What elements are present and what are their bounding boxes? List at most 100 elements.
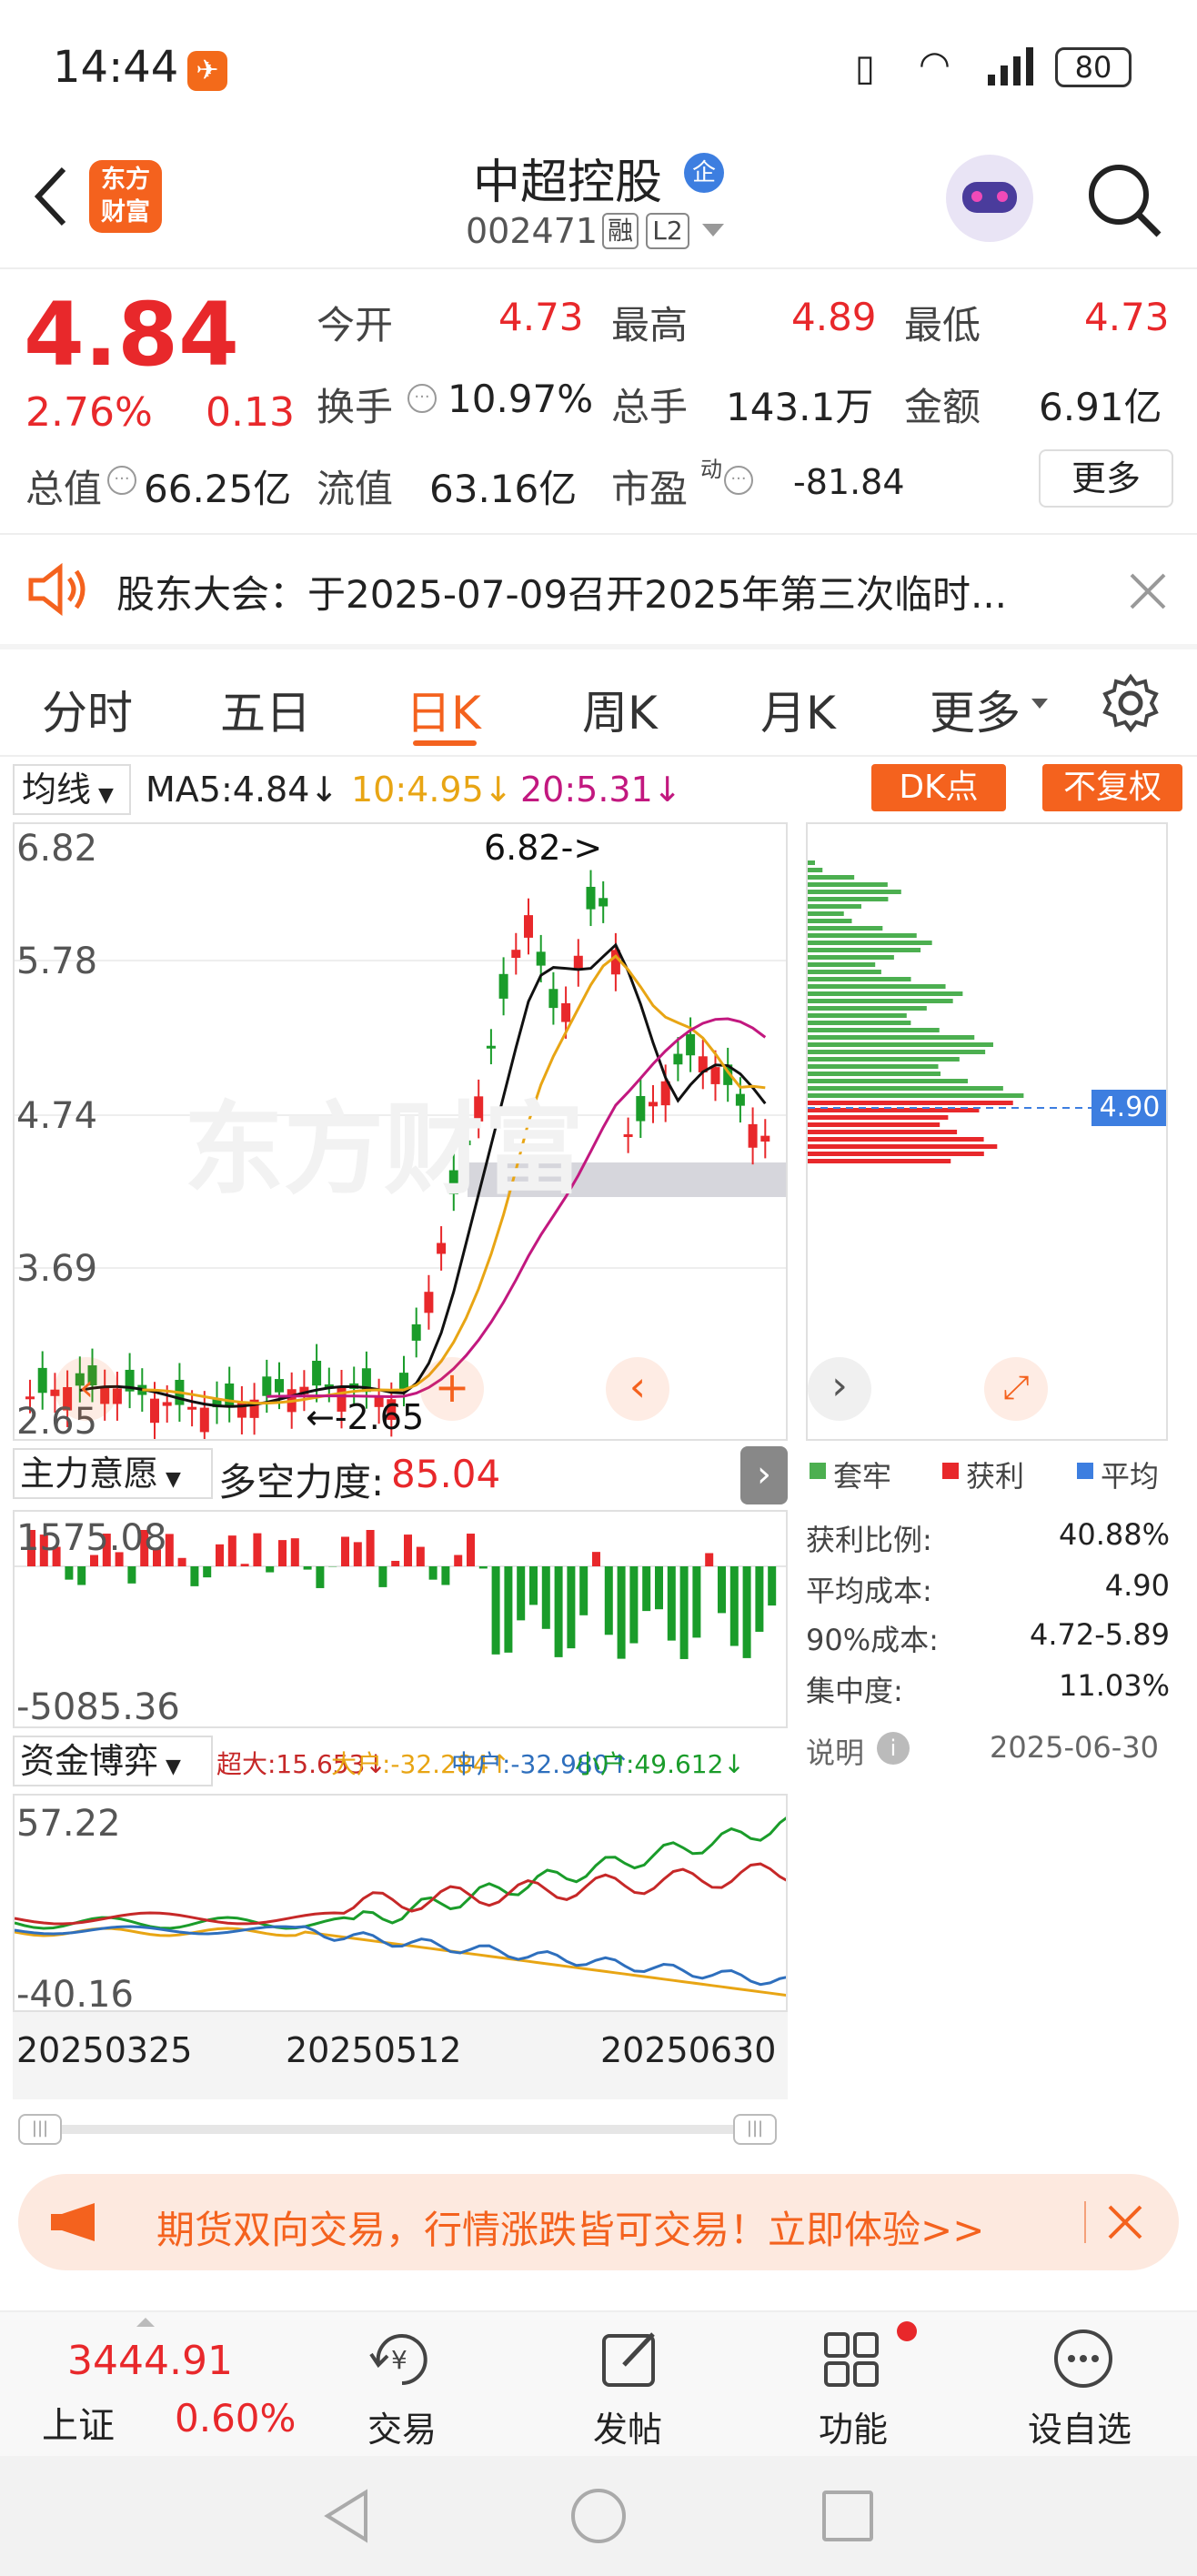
candle <box>673 1053 683 1065</box>
nav-post[interactable]: 发帖 <box>593 2401 662 2451</box>
force-bar <box>290 1538 299 1566</box>
nav-function[interactable]: 功能 <box>819 2401 888 2451</box>
chip-bar <box>808 1006 927 1011</box>
tab-daily-k[interactable]: 日K <box>406 677 481 742</box>
candle <box>262 1376 272 1396</box>
back-nav-icon[interactable] <box>322 2489 373 2543</box>
adjust-button[interactable]: 不复权 <box>1042 764 1182 811</box>
indicator-select[interactable]: 主力意愿 ▼ <box>13 1448 213 1499</box>
range-handle-left[interactable]: ||| <box>18 2114 62 2145</box>
dk-button[interactable]: DK点 <box>871 764 1006 811</box>
notification-dot <box>897 2321 917 2341</box>
chip-bar <box>808 904 861 909</box>
chip-bar <box>808 999 953 1003</box>
index-name[interactable]: 上证 <box>42 2396 115 2449</box>
tab-more[interactable]: 更多 <box>930 677 1021 742</box>
candle <box>598 898 609 907</box>
close-icon[interactable] <box>1126 569 1170 613</box>
candle <box>636 1095 646 1122</box>
tab-monthly-k[interactable]: 月K <box>760 677 836 742</box>
force-bar <box>303 1566 312 1570</box>
stat-value: 4.72-5.89 <box>1029 1617 1170 1652</box>
float-value: 63.16亿 <box>429 467 578 511</box>
info-dots-icon[interactable]: ··· <box>107 466 136 495</box>
more-button[interactable]: 更多 <box>1039 449 1173 508</box>
stat-label: 90%成本: <box>806 1623 939 1657</box>
main-force-chart[interactable]: 1575.08 -5085.36 <box>13 1510 788 1728</box>
high-marker: 6.82-> <box>484 828 603 868</box>
candle <box>437 1243 447 1254</box>
small-value: 小户:49.612↓ <box>575 1749 745 1779</box>
nav-add-watch[interactable]: 设自选 <box>1028 2401 1132 2451</box>
yuan-icon[interactable]: ¥ <box>367 2327 437 2390</box>
stat-value: 11.03% <box>1058 1668 1170 1703</box>
candle <box>536 951 546 966</box>
range-handle-right[interactable]: ||| <box>733 2114 777 2145</box>
candle <box>586 886 596 910</box>
system-nav <box>0 2456 1197 2576</box>
recent-apps-icon[interactable] <box>822 2490 873 2541</box>
candle <box>399 1373 408 1390</box>
grid-icon[interactable] <box>822 2330 882 2390</box>
chevron-left-icon[interactable]: ‹ <box>606 1357 669 1421</box>
expand-icon[interactable]: ⤢ <box>984 1357 1048 1421</box>
ma10-value: 10:4.95↓ <box>351 770 513 810</box>
force-bar <box>203 1566 212 1578</box>
index-value[interactable]: 3444.91 <box>67 2338 233 2384</box>
fund-game-chart[interactable]: 57.22 -40.16 <box>13 1794 788 2012</box>
kline-chart[interactable]: 东方财富 6.82 5.78 4.74 3.69 2.65 6.82-> ←-2… <box>13 822 788 1441</box>
force-bar <box>467 1534 475 1566</box>
note-label: 说明 <box>806 1736 865 1770</box>
tab-intraday[interactable]: 分时 <box>42 677 133 742</box>
index-pct[interactable]: 0.60% <box>175 2396 296 2440</box>
force-bar <box>567 1566 576 1649</box>
home-nav-icon[interactable] <box>571 2489 626 2543</box>
fund-select[interactable]: 资金博弈 ▼ <box>13 1736 213 1786</box>
chip-bar <box>808 1042 993 1047</box>
candle <box>312 1361 322 1386</box>
chevron-up-icon[interactable] <box>136 2318 155 2327</box>
chevron-right-icon[interactable]: › <box>808 1357 871 1421</box>
chip-distribution: 4.90 › ⤢ <box>806 822 1168 1441</box>
ma-select[interactable]: 均线 ▼ <box>13 764 131 815</box>
range-scrollbar[interactable]: ||| ||| <box>13 2110 788 2147</box>
indicator-name: 多空力度: <box>218 1460 385 1504</box>
candle <box>424 1292 434 1313</box>
speaker-icon <box>25 562 89 617</box>
chip-bar <box>808 882 888 887</box>
bottom-nav: 3444.91 上证 0.60% ¥ 交易 发帖 功能 设自选 <box>0 2310 1197 2456</box>
scroll-left-icon[interactable]: ‹ <box>55 1357 118 1421</box>
info-dots-icon[interactable]: ··· <box>407 384 437 413</box>
pe-label: 市盈 <box>611 467 689 511</box>
float-label: 流值 <box>317 467 394 511</box>
candle <box>561 1002 571 1022</box>
edit-icon[interactable] <box>598 2327 662 2390</box>
search-icon[interactable] <box>1084 160 1166 242</box>
app-logo[interactable]: 东方 财富 <box>89 160 162 233</box>
legend-profit: 获利 <box>966 1459 1025 1494</box>
notice-bar[interactable]: 股东大会：于2025-07-09召开2025年第三次临时... <box>0 537 1197 644</box>
back-icon[interactable] <box>24 160 78 233</box>
tab-five-day[interactable]: 五日 <box>220 677 311 742</box>
ad-banner[interactable]: 期货双向交易，行情涨跌皆可交易！立即体验>> <box>18 2174 1179 2270</box>
l2-tag: L2 <box>646 213 689 249</box>
close-icon[interactable] <box>1106 2203 1144 2241</box>
high-label: 最高 <box>611 303 689 347</box>
more-dots-icon[interactable] <box>1051 2327 1115 2390</box>
chip-bar <box>808 1086 1003 1091</box>
info-dots-icon[interactable]: ··· <box>724 466 753 495</box>
robot-assistant-icon[interactable] <box>946 155 1033 242</box>
nav-trade[interactable]: 交易 <box>367 2401 437 2451</box>
info-icon[interactable]: i <box>877 1732 910 1765</box>
chevron-down-icon[interactable] <box>702 224 724 236</box>
expand-panel-icon[interactable]: › <box>740 1446 788 1504</box>
chip-bar <box>808 1035 975 1040</box>
ma20-value: 20:5.31↓ <box>520 770 682 810</box>
tab-weekly-k[interactable]: 周K <box>582 677 658 742</box>
force-bar <box>177 1557 186 1566</box>
chip-bar <box>808 860 815 865</box>
gear-icon[interactable] <box>1101 673 1161 733</box>
zoom-in-icon[interactable]: + <box>420 1357 484 1421</box>
ma5-value: MA5:4.84↓ <box>146 770 339 810</box>
force-bar <box>353 1542 362 1566</box>
